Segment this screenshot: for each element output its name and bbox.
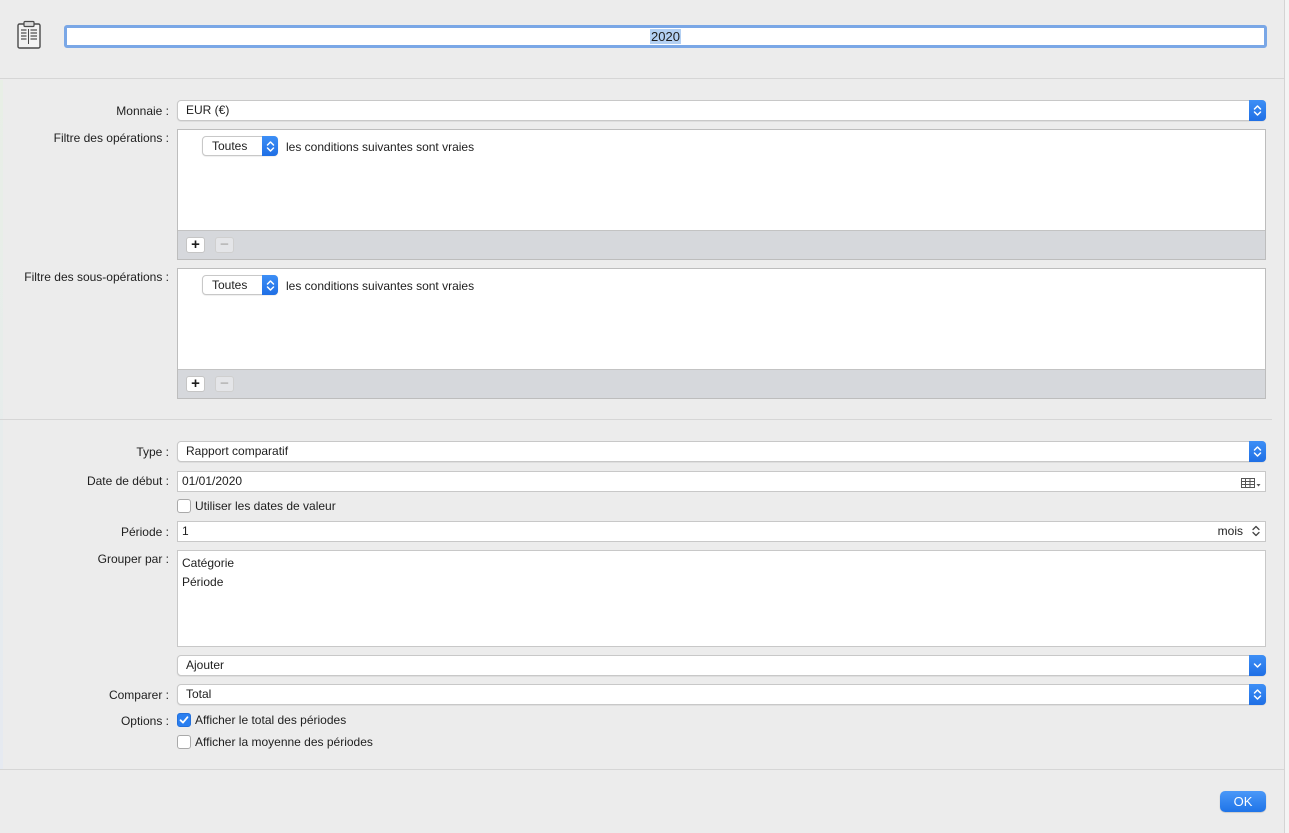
- subop-filter-editor: Toutes les conditions suivantes sont vra…: [177, 268, 1266, 399]
- op-filter-match-value: Toutes: [212, 139, 248, 153]
- show-average-checkbox[interactable]: [177, 734, 191, 749]
- popup-arrows-icon: [1249, 441, 1266, 462]
- add-group-popup[interactable]: Ajouter: [177, 655, 1266, 676]
- title-selected-text: 2020: [650, 29, 681, 44]
- op-filter-editor: Toutes les conditions suivantes sont vra…: [177, 129, 1266, 260]
- compare-label: Comparer :: [108, 688, 169, 702]
- compare-value: Total: [186, 687, 212, 701]
- clipboard-icon: [15, 20, 43, 50]
- popup-arrows-icon: [1249, 684, 1266, 705]
- separator: [0, 769, 1284, 770]
- list-item[interactable]: Catégorie: [182, 554, 1261, 573]
- compare-popup[interactable]: Total: [177, 684, 1266, 705]
- type-popup[interactable]: Rapport comparatif: [177, 441, 1266, 462]
- group-by-label: Grouper par :: [97, 552, 169, 566]
- value-dates-option[interactable]: Utiliser les dates de valeur: [177, 498, 336, 515]
- show-total-option[interactable]: Afficher le total des périodes: [177, 712, 347, 729]
- currency-value: EUR (€): [186, 103, 230, 117]
- options-label: Options :: [120, 714, 169, 728]
- op-filter-remove-button[interactable]: −: [215, 237, 234, 253]
- popup-arrows-icon: [262, 136, 278, 156]
- period-field[interactable]: 1 mois: [177, 521, 1266, 542]
- start-date-field[interactable]: 01/01/2020: [177, 471, 1266, 492]
- calendar-icon[interactable]: [1241, 476, 1261, 495]
- report-title-input[interactable]: 2020: [64, 25, 1267, 48]
- separator: [0, 419, 1272, 420]
- right-scroll-edge: [1284, 0, 1289, 833]
- chevron-down-icon: [1249, 655, 1266, 676]
- window-edge-accent: [0, 80, 3, 770]
- op-filter-condition-text: les conditions suivantes sont vraies: [286, 140, 475, 154]
- list-item[interactable]: Période: [182, 573, 1261, 592]
- show-total-label: Afficher le total des périodes: [195, 713, 347, 727]
- separator: [0, 78, 1284, 79]
- period-stepper-icon[interactable]: [1251, 524, 1261, 544]
- show-average-option[interactable]: Afficher la moyenne des périodes: [177, 734, 373, 751]
- subop-filter-add-button[interactable]: +: [186, 376, 205, 392]
- period-label: Période :: [120, 525, 169, 539]
- subop-filter-condition-text: les conditions suivantes sont vraies: [286, 279, 475, 293]
- type-label: Type :: [136, 445, 169, 459]
- subop-filter-match-popup[interactable]: Toutes: [202, 275, 278, 295]
- subop-filter-remove-button[interactable]: −: [215, 376, 234, 392]
- start-date-value: 01/01/2020: [182, 474, 243, 488]
- type-value: Rapport comparatif: [186, 444, 289, 458]
- period-value: 1: [182, 524, 189, 538]
- group-by-list[interactable]: Catégorie Période: [177, 550, 1266, 647]
- op-filter-label: Filtre des opérations :: [53, 131, 169, 145]
- op-filter-add-button[interactable]: +: [186, 237, 205, 253]
- op-filter-match-popup[interactable]: Toutes: [202, 136, 278, 156]
- show-total-checkbox[interactable]: [177, 712, 191, 727]
- add-group-value: Ajouter: [186, 658, 225, 672]
- ok-button[interactable]: OK: [1220, 791, 1266, 812]
- popup-arrows-icon: [1249, 100, 1266, 121]
- currency-popup[interactable]: EUR (€): [177, 100, 1266, 121]
- show-average-label: Afficher la moyenne des périodes: [195, 735, 373, 749]
- value-dates-label: Utiliser les dates de valeur: [195, 499, 336, 513]
- value-dates-checkbox[interactable]: [177, 498, 191, 513]
- popup-arrows-icon: [262, 275, 278, 295]
- subop-filter-footer: + −: [178, 369, 1265, 398]
- subop-filter-label: Filtre des sous-opérations :: [24, 270, 169, 284]
- start-date-label: Date de début :: [86, 474, 169, 488]
- op-filter-footer: + −: [178, 230, 1265, 259]
- subop-filter-match-value: Toutes: [212, 278, 248, 292]
- period-unit[interactable]: mois: [1218, 522, 1243, 541]
- currency-label: Monnaie :: [116, 104, 169, 118]
